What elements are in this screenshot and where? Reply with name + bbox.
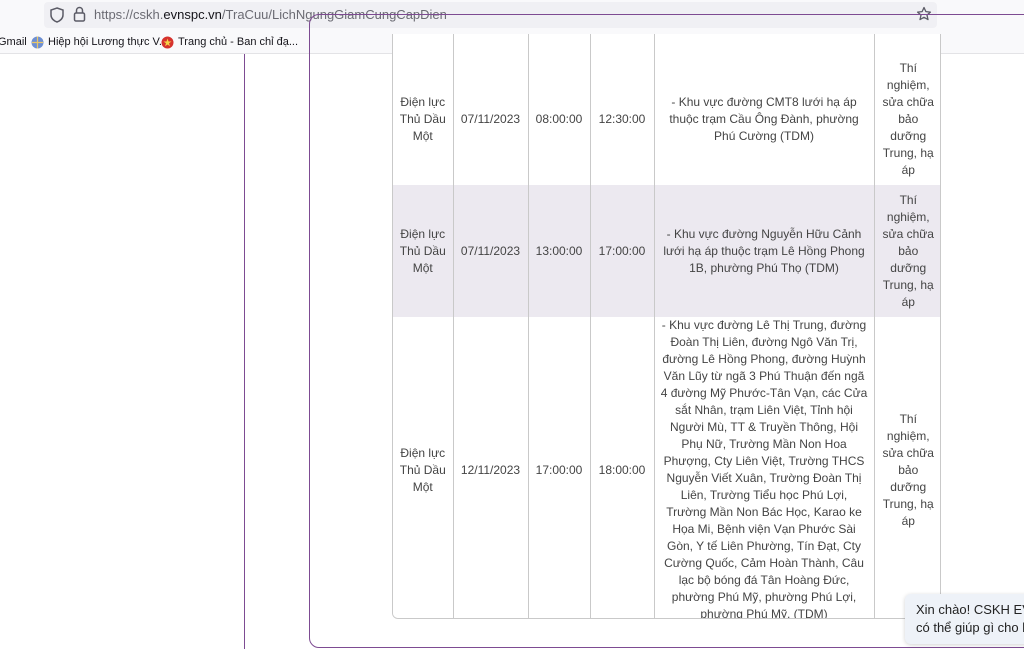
- cell-start-time: 13:00:00: [528, 185, 591, 317]
- outage-schedule-table: Điện lực Thủ Dầu Một 07/11/2023 08:00:00…: [392, 34, 941, 619]
- table-row: Điện lực Thủ Dầu Một 12/11/2023 17:00:00…: [393, 317, 940, 618]
- cell-area: - Khu vực đường CMT8 lưới hạ áp thuộc tr…: [654, 34, 875, 185]
- chat-line-2: có thể giúp gì cho b: [916, 620, 1024, 635]
- bookmark-trang-chu[interactable]: Trang chủ - Ban chỉ đạ...: [161, 35, 298, 51]
- chat-greeting-bubble[interactable]: Xin chào! CSKH EVN có thể giúp gì cho b: [905, 594, 1024, 644]
- cell-unit: Điện lực Thủ Dầu Một: [393, 185, 454, 317]
- cell-area: - Khu vực đường Lê Thị Trung, đường Đoàn…: [654, 317, 875, 618]
- cell-reason: Thí nghiệm, sửa chữa bảo dưỡng Trung, hạ…: [874, 34, 940, 185]
- lock-icon[interactable]: [73, 6, 86, 22]
- cell-date: 12/11/2023: [453, 317, 529, 618]
- cell-reason: Thí nghiệm, sửa chữa bảo dưỡng Trung, hạ…: [874, 317, 940, 618]
- shield-icon[interactable]: [50, 7, 64, 23]
- page-content: Điện lực Thủ Dầu Một 07/11/2023 08:00:00…: [0, 14, 1024, 649]
- bookmark-hiep-hoi[interactable]: Hiệp hội Lương thực V...: [31, 35, 168, 51]
- emblem-icon: [161, 36, 174, 49]
- cell-unit: Điện lực Thủ Dầu Một: [393, 317, 454, 618]
- cell-end-time: 18:00:00: [590, 317, 655, 618]
- cell-start-time: 08:00:00: [528, 34, 591, 185]
- globe-icon: [31, 36, 44, 49]
- sidebar-divider: [244, 54, 245, 649]
- cell-start-time: 17:00:00: [528, 317, 591, 618]
- chat-line-1: Xin chào! CSKH EVN: [916, 602, 1024, 617]
- cell-unit: Điện lực Thủ Dầu Một: [393, 34, 454, 185]
- cell-date: 07/11/2023: [453, 185, 529, 317]
- bookmark-label: Trang chủ - Ban chỉ đạ...: [178, 36, 299, 48]
- cell-end-time: 12:30:00: [590, 34, 655, 185]
- bookmark-label: Gmail: [0, 36, 27, 48]
- bookmark-label: Hiệp hội Lương thực V...: [48, 36, 168, 48]
- cell-date: 07/11/2023: [453, 34, 529, 185]
- cell-reason: Thí nghiệm, sửa chữa bảo dưỡng Trung, hạ…: [874, 185, 940, 317]
- table-row: Điện lực Thủ Dầu Một 07/11/2023 13:00:00…: [393, 185, 940, 317]
- table-row: Điện lực Thủ Dầu Một 07/11/2023 08:00:00…: [393, 34, 940, 185]
- url-host: evnspc.vn: [163, 7, 222, 22]
- cell-area: - Khu vực đường Nguyễn Hữu Cảnh lưới hạ …: [654, 185, 875, 317]
- bookmark-gmail[interactable]: Gmail: [0, 35, 27, 51]
- url-prefix: https://cskh.: [94, 7, 164, 22]
- cell-end-time: 17:00:00: [590, 185, 655, 317]
